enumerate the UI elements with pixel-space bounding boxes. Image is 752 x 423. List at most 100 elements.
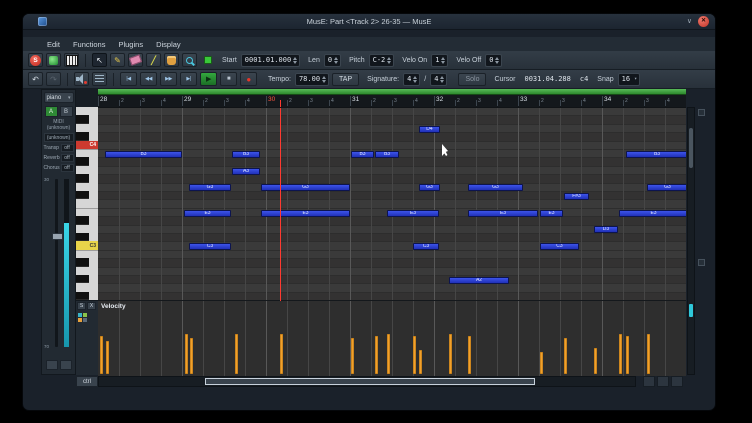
black-key[interactable] [76,233,89,241]
black-key[interactable] [76,216,89,224]
pointer-tool-button[interactable]: ↖ [92,53,107,67]
ctrl-lane-button[interactable]: ctrl [76,376,98,387]
record-button[interactable]: ● [240,72,257,86]
menu-edit[interactable]: Edit [47,40,60,49]
velocity-bar[interactable] [413,336,416,374]
velocity-bar[interactable] [351,338,354,374]
midi-note[interactable]: G3 [261,184,350,191]
midi-note[interactable]: E3 [619,210,686,217]
patch-select[interactable]: (unknown) [44,133,74,142]
midi-note[interactable]: E3 [261,210,350,217]
spinner-icon[interactable] [495,57,499,64]
velocity-bar[interactable] [100,336,103,374]
bank-a-button[interactable]: A [45,106,58,117]
black-key[interactable] [76,132,89,140]
solo-toggle-button[interactable]: S [28,53,43,67]
snap-select[interactable]: 16▾ [618,73,640,86]
controller-close-button[interactable]: X [87,302,96,310]
punch-button[interactable] [92,72,107,86]
fader-handle[interactable] [52,233,63,240]
rewind-button[interactable]: ◀◀ [140,72,157,86]
midi-note[interactable]: E3 [184,210,231,217]
midi-note[interactable]: B3 [232,151,260,158]
line-tool-button[interactable]: ╱ [146,53,161,67]
splitter-button[interactable] [698,109,705,116]
spinner-icon[interactable] [293,57,297,64]
midi-note[interactable]: G3 [647,184,686,191]
horizontal-scrollbar-thumb[interactable] [205,378,535,385]
midi-note[interactable]: A2 [449,277,509,284]
start-input[interactable]: 0001.01.000 [241,54,300,67]
pan-tool-button[interactable] [164,53,179,67]
close-button[interactable]: ✕ [698,16,709,27]
black-key[interactable] [76,275,89,283]
velocity-bar[interactable] [626,336,629,374]
midi-note[interactable]: C3 [413,243,439,250]
goto-end-button[interactable]: ▶| [180,72,197,86]
midi-note[interactable]: C3 [189,243,231,250]
redo-button[interactable]: ↷ [46,72,61,86]
velocity-bar[interactable] [540,352,543,374]
midi-note[interactable]: A3 [232,168,260,175]
tempo-input[interactable]: 78.00 [295,73,329,86]
midi-note[interactable]: B3 [375,151,399,158]
chevron-down-icon[interactable]: ∨ [687,18,692,25]
len-input[interactable]: 0 [324,54,341,67]
velocity-bar[interactable] [106,341,109,374]
signature-numerator-input[interactable]: 4 [403,73,420,86]
titlebar[interactable]: MusE: Part <Track 2> 26-35 — MusE ∨ ✕ [23,14,715,30]
black-key[interactable] [76,115,89,123]
vertical-scrollbar[interactable] [687,107,695,375]
midi-note[interactable]: B3 [626,151,686,158]
midi-note[interactable]: G3 [189,184,231,191]
midi-note[interactable]: B3 [351,151,374,158]
spinner-icon[interactable] [322,76,326,83]
stop-button[interactable]: ■ [220,72,237,86]
velo-off-input[interactable]: 0 [485,54,502,67]
send-value-box[interactable]: off [61,144,74,152]
midi-note[interactable]: E3 [387,210,439,217]
velocity-bar[interactable] [375,336,378,374]
vertical-scrollbar-thumb[interactable] [689,128,693,168]
midi-note[interactable]: B3 [105,151,182,158]
velocity-bar[interactable] [594,348,597,374]
menu-functions[interactable]: Functions [73,40,106,49]
play-button[interactable]: ▶ [200,72,217,86]
velocity-bar[interactable] [280,334,283,374]
menu-plugins[interactable]: Plugins [118,40,143,49]
velocity-bar[interactable] [564,338,567,374]
highlighted-key[interactable]: C4 [76,141,98,149]
track-panel-button[interactable] [60,360,72,370]
vertical-scrollbar-indicator[interactable] [689,304,693,317]
pencil-tool-button[interactable]: ✎ [110,53,125,67]
step-record-button[interactable] [46,53,61,67]
black-key[interactable] [76,258,89,266]
midi-note[interactable]: E3 [468,210,538,217]
velocity-bar[interactable] [190,338,193,374]
highlighted-key[interactable]: C3 [76,241,98,249]
black-key[interactable] [76,191,89,199]
eraser-tool-button[interactable] [128,53,143,67]
piano-keyboard[interactable]: C4 C3 [76,107,99,300]
midi-note[interactable]: E3 [540,210,563,217]
forward-button[interactable]: ▶▶ [160,72,177,86]
track-panel-button[interactable] [46,360,58,370]
bank-b-button[interactable]: B [60,106,73,117]
velocity-bar[interactable] [235,334,238,374]
zoom-out-button[interactable] [643,376,655,387]
black-key[interactable] [76,292,89,300]
controller-matrix-icon[interactable] [78,313,87,322]
velocity-lane[interactable]: Velocity [98,300,686,376]
velocity-bar[interactable] [647,334,650,374]
send-value-box[interactable]: off [61,154,74,162]
midi-input-button[interactable] [64,53,79,67]
horizontal-scrollbar[interactable] [98,376,636,387]
metronome-button[interactable] [74,72,89,86]
midi-note[interactable]: F#3 [564,193,589,200]
midi-note[interactable]: D4 [419,126,440,133]
splitter-button[interactable] [698,259,705,266]
signature-denominator-input[interactable]: 4 [430,73,447,86]
spinner-icon[interactable] [387,57,391,64]
pitch-input[interactable]: C-2 [369,54,395,67]
timeline-ruler[interactable]: 28234292343023431234322343323434234 [98,89,686,107]
